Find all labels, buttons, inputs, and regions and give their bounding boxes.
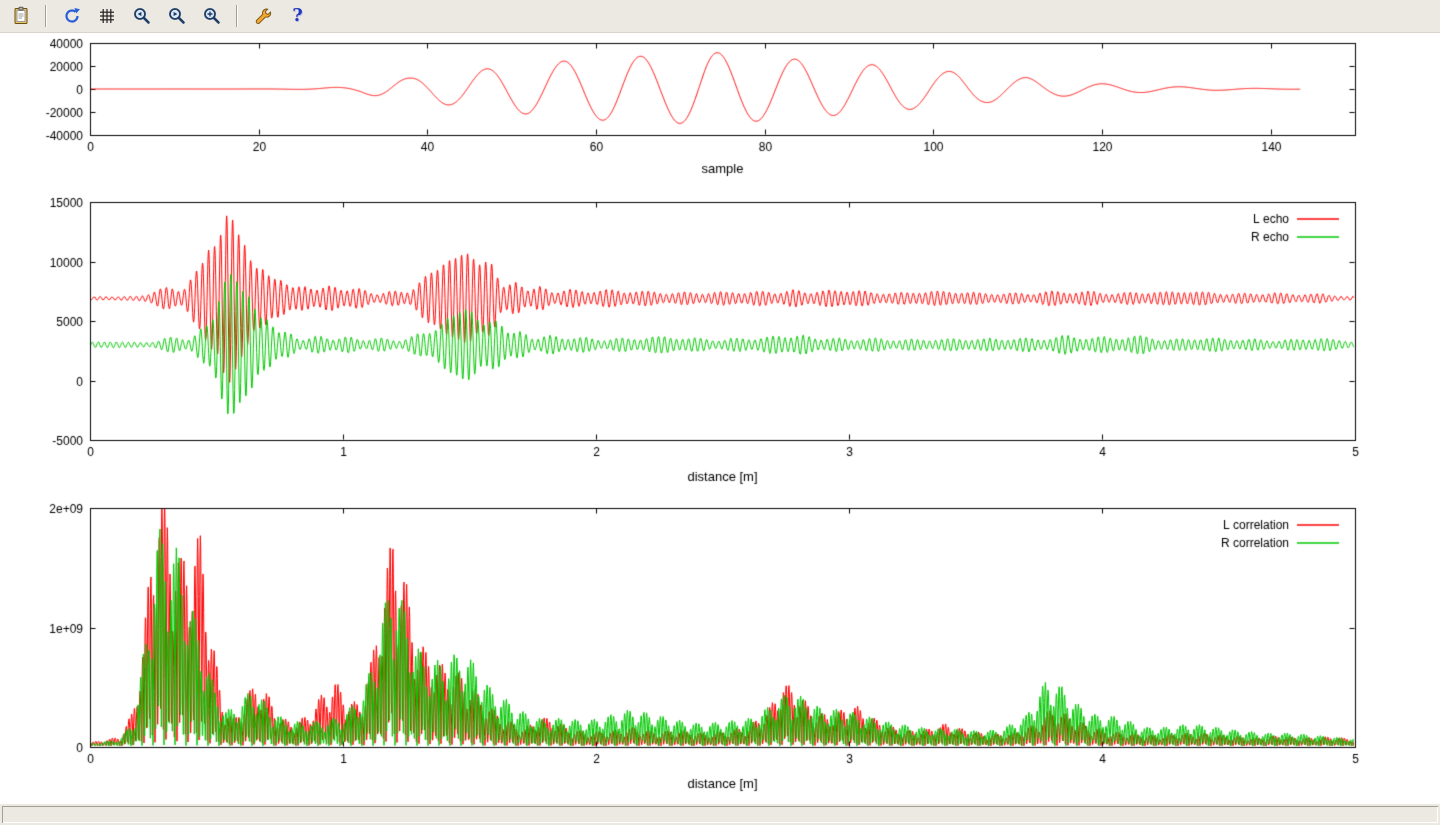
help-button[interactable]: ? [285,4,310,29]
help-icon: ? [292,7,303,25]
status-bar [0,803,1440,825]
toolbar-separator [45,5,47,27]
plots-canvas[interactable] [0,33,1440,803]
replot-button[interactable] [59,4,84,29]
config-icon [253,6,273,26]
copy-button[interactable] [8,4,33,29]
autoscale-button[interactable] [199,4,224,29]
grid-button[interactable] [94,4,119,29]
zoom-previous-button[interactable] [129,4,154,29]
toolbar: ? [0,0,1440,33]
grid-icon [97,6,117,26]
zoom-next-button[interactable] [164,4,189,29]
toolbar-separator [236,5,238,27]
replot-icon [62,6,82,26]
configure-button[interactable] [250,4,275,29]
autoscale-icon [202,6,222,26]
copy-icon [11,6,31,26]
plot-surface [0,33,1440,803]
status-field [2,806,1438,823]
gnuplot-window: ? [0,0,1440,825]
zoom-next-icon [167,6,187,26]
zoom-previous-icon [132,6,152,26]
